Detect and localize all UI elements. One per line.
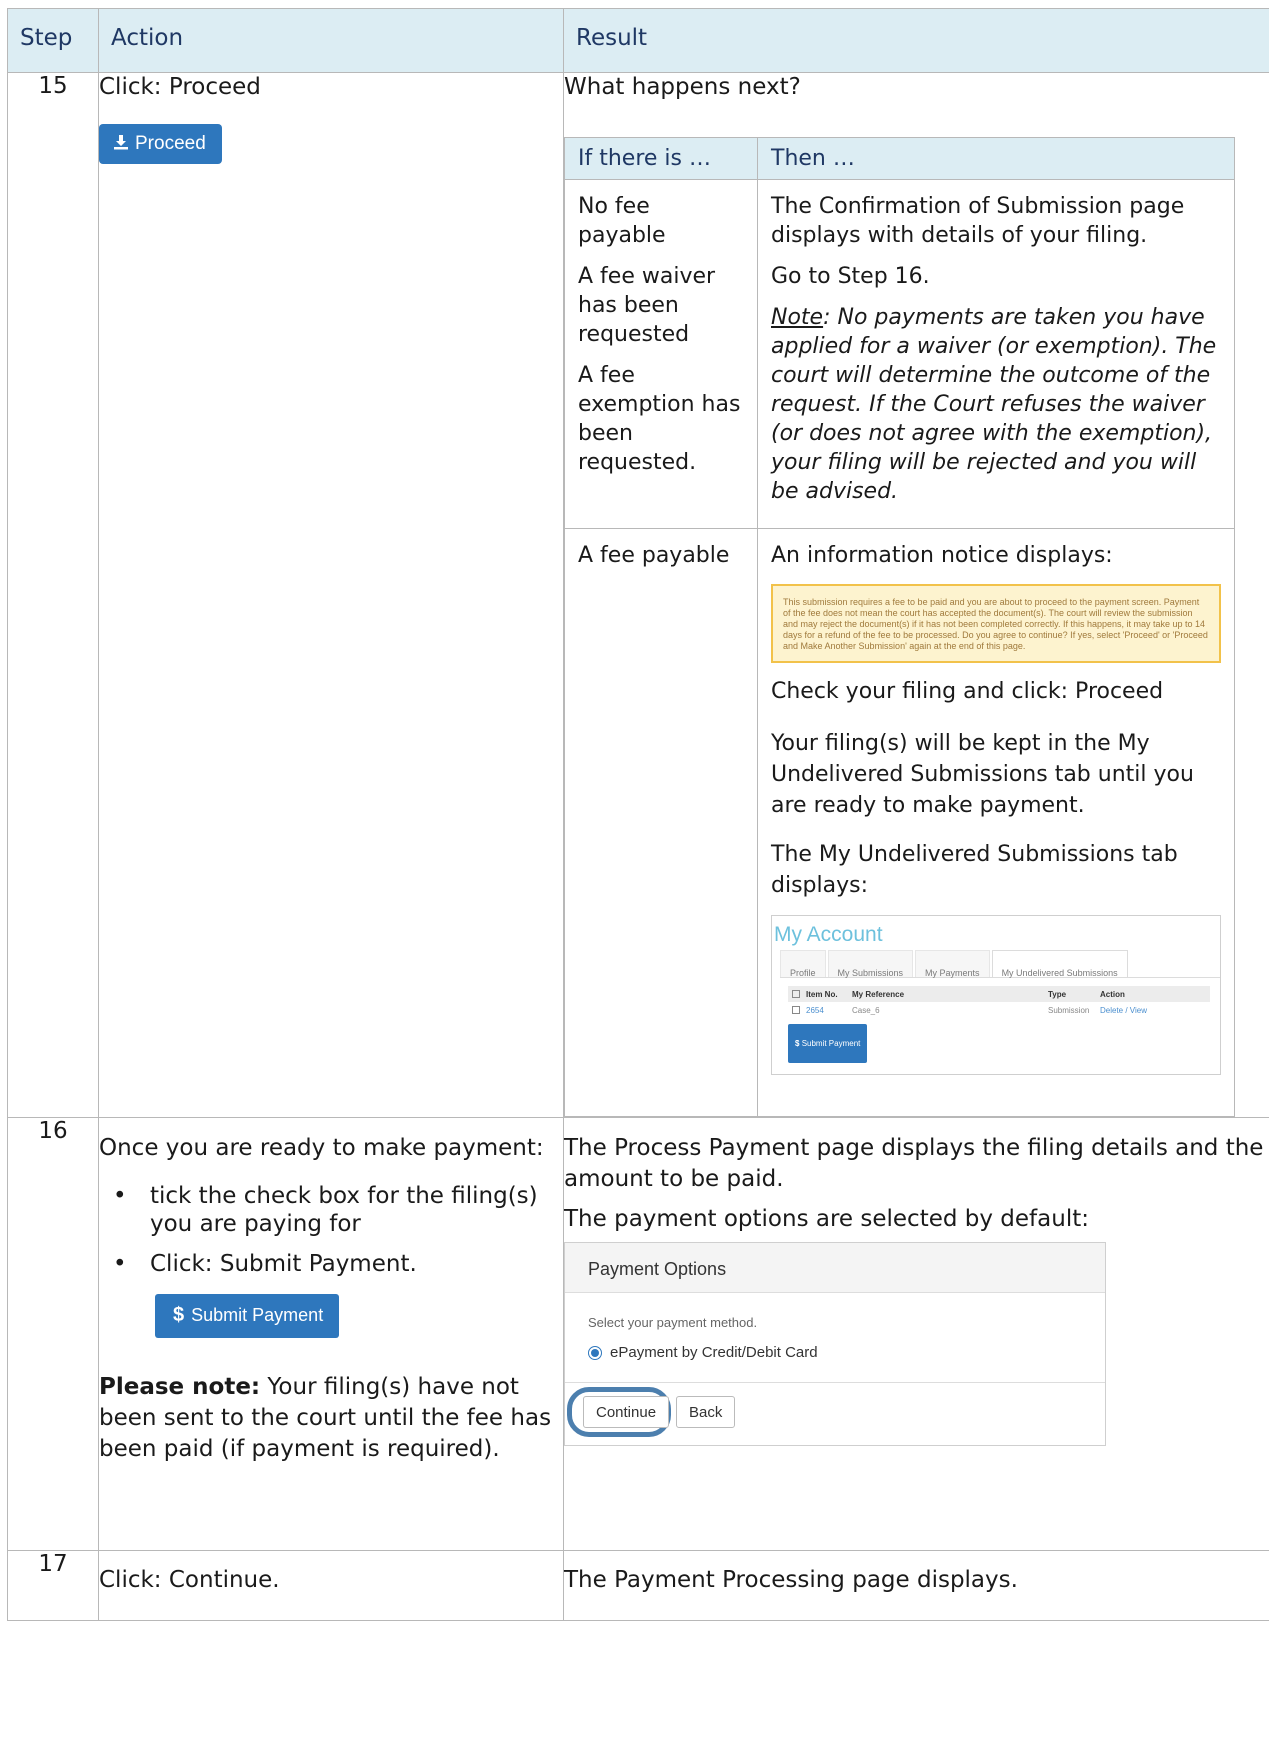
bullet-dot: • (113, 1251, 127, 1277)
account-table: Item No. My Reference Type Action 2654 C… (788, 986, 1210, 1063)
header-step: Step (7, 8, 99, 73)
outcome-text: Your filing(s) will be kept in the My Un… (771, 731, 1194, 818)
row-checkbox[interactable] (792, 1006, 800, 1014)
payment-options-footer: Continue Back (565, 1383, 1105, 1445)
outcome-text: The My Undelivered Submissions tab displ… (771, 842, 1178, 898)
my-account-screenshot: My Account Profile My Submissions My Pay… (771, 915, 1221, 1075)
dollar-icon: $ (795, 1039, 800, 1048)
action-bullets: • tick the check box for the filing(s) yo… (99, 1182, 563, 1278)
step-action: Click: Continue. (98, 1550, 564, 1621)
outcome-row-no-fee: No fee payable A fee waiver has been req… (564, 179, 1235, 529)
header-row: Step Action Result (7, 8, 1269, 73)
inner-header-condition: If there is … (564, 137, 758, 180)
step-result: The Process Payment page displays the fi… (563, 1117, 1269, 1551)
step-row-17: 17 Click: Continue. The Payment Processi… (7, 1550, 1269, 1621)
proceed-button[interactable]: Proceed (99, 124, 222, 164)
account-tabs: Profile My Submissions My Payments My Un… (780, 950, 1220, 978)
result-text: The Payment Processing page displays. (564, 1567, 1018, 1593)
submit-payment-label: Submit Payment (191, 1305, 324, 1325)
item-number-link[interactable]: 2654 (806, 996, 852, 1025)
outcome-text: Check your filing and click: Proceed (771, 679, 1164, 704)
condition-item: A fee exemption has been requested. (578, 363, 741, 475)
tab-my-submissions[interactable]: My Submissions (827, 950, 914, 978)
outcome-text: The Confirmation of Submission page disp… (771, 194, 1185, 248)
bullet-dot: • (113, 1183, 127, 1209)
outcome-row-fee: A fee payable An information notice disp… (564, 528, 1235, 1117)
note-label: Please note: (99, 1374, 261, 1400)
account-title: My Account (774, 923, 883, 946)
table-row: 2654 Case_6 Submission Delete / View (788, 1002, 1210, 1018)
tab-profile[interactable]: Profile (780, 950, 826, 978)
payment-method-label: ePayment by Credit/Debit Card (610, 1344, 818, 1361)
download-icon (114, 135, 128, 150)
outcome-cell: The Confirmation of Submission page disp… (757, 179, 1235, 529)
outcome-text: An information notice displays: (771, 543, 1113, 568)
inner-header-then: Then … (757, 137, 1235, 180)
payment-options-body: Select your payment method. ePayment by … (565, 1293, 1105, 1383)
payment-note: Please note: Your filing(s) have not bee… (99, 1372, 563, 1465)
page: Step Action Result 15 Click: Proceed Pro… (0, 0, 1269, 1753)
step-action: Click: Proceed Proceed (98, 72, 564, 1118)
bullet-item: • tick the check box for the filing(s) yo… (113, 1183, 538, 1237)
bullet-item: • Click: Submit Payment. (113, 1251, 417, 1277)
outcome-cell: An information notice displays: This sub… (757, 528, 1235, 1117)
payment-options-title: Payment Options (565, 1243, 1105, 1293)
note-label: Note (771, 305, 824, 330)
step-number: 15 (7, 72, 99, 1118)
steps-table: Step Action Result 15 Click: Proceed Pro… (7, 8, 1269, 1621)
result-text: The payment options are selected by defa… (564, 1206, 1089, 1232)
header-result: Result (563, 8, 1269, 73)
condition-cell: A fee payable (564, 528, 758, 1117)
step-number: 17 (7, 1550, 99, 1621)
tab-my-payments[interactable]: My Payments (915, 950, 990, 978)
row-reference: Case_6 (852, 1005, 880, 1015)
submit-payment-label: Submit Payment (801, 1039, 861, 1048)
submit-payment-button[interactable]: $ Submit Payment (155, 1294, 340, 1338)
outcome-table: If there is … Then … No fee payable A fe… (564, 137, 1235, 1117)
continue-button[interactable]: Continue (583, 1396, 670, 1428)
step-row-15: 15 Click: Proceed Proceed What happens n… (7, 72, 1269, 1118)
tab-my-undelivered-submissions[interactable]: My Undelivered Submissions (991, 950, 1128, 978)
condition-item: A fee waiver has been requested (578, 264, 716, 347)
row-action-links[interactable]: Delete / View (1100, 996, 1147, 1025)
header-action: Action (98, 8, 564, 73)
submit-payment-button[interactable]: $ Submit Payment (788, 1024, 868, 1063)
outcome-goto: Go to Step 16. (771, 264, 930, 289)
step-number: 16 (7, 1117, 99, 1551)
result-text: The Process Payment page displays the fi… (564, 1135, 1264, 1192)
back-button[interactable]: Back (676, 1396, 736, 1428)
action-text: Click: Proceed (99, 74, 261, 100)
step-row-16: 16 Once you are ready to make payment: •… (7, 1117, 1269, 1551)
action-text: Click: Continue. (99, 1567, 280, 1593)
information-notice: This submission requires a fee to be pai… (771, 584, 1221, 663)
radio-selected-icon[interactable] (588, 1345, 602, 1360)
step-action: Once you are ready to make payment: • tic… (98, 1117, 564, 1551)
dollar-icon: $ (173, 1304, 185, 1326)
payment-method-option[interactable]: ePayment by Credit/Debit Card (588, 1344, 1105, 1361)
action-intro: Once you are ready to make payment: (99, 1135, 544, 1161)
result-intro: What happens next? (564, 74, 801, 100)
condition-item: No fee payable (578, 194, 666, 248)
conditions-cell: No fee payable A fee waiver has been req… (564, 179, 758, 529)
step-result: What happens next? If there is … Then … … (563, 72, 1269, 1118)
payment-method-prompt: Select your payment method. (588, 1315, 758, 1330)
payment-options-panel: Payment Options Select your payment meth… (564, 1242, 1106, 1446)
proceed-button-label: Proceed (135, 133, 206, 154)
select-all-checkbox[interactable] (792, 990, 800, 998)
step-result: The Payment Processing page displays. (563, 1550, 1269, 1621)
note-text: : No payments are taken you have applied… (771, 305, 1217, 504)
row-type: Submission (1048, 1005, 1090, 1015)
outcome-note: Note: No payments are taken you have app… (771, 303, 1221, 506)
